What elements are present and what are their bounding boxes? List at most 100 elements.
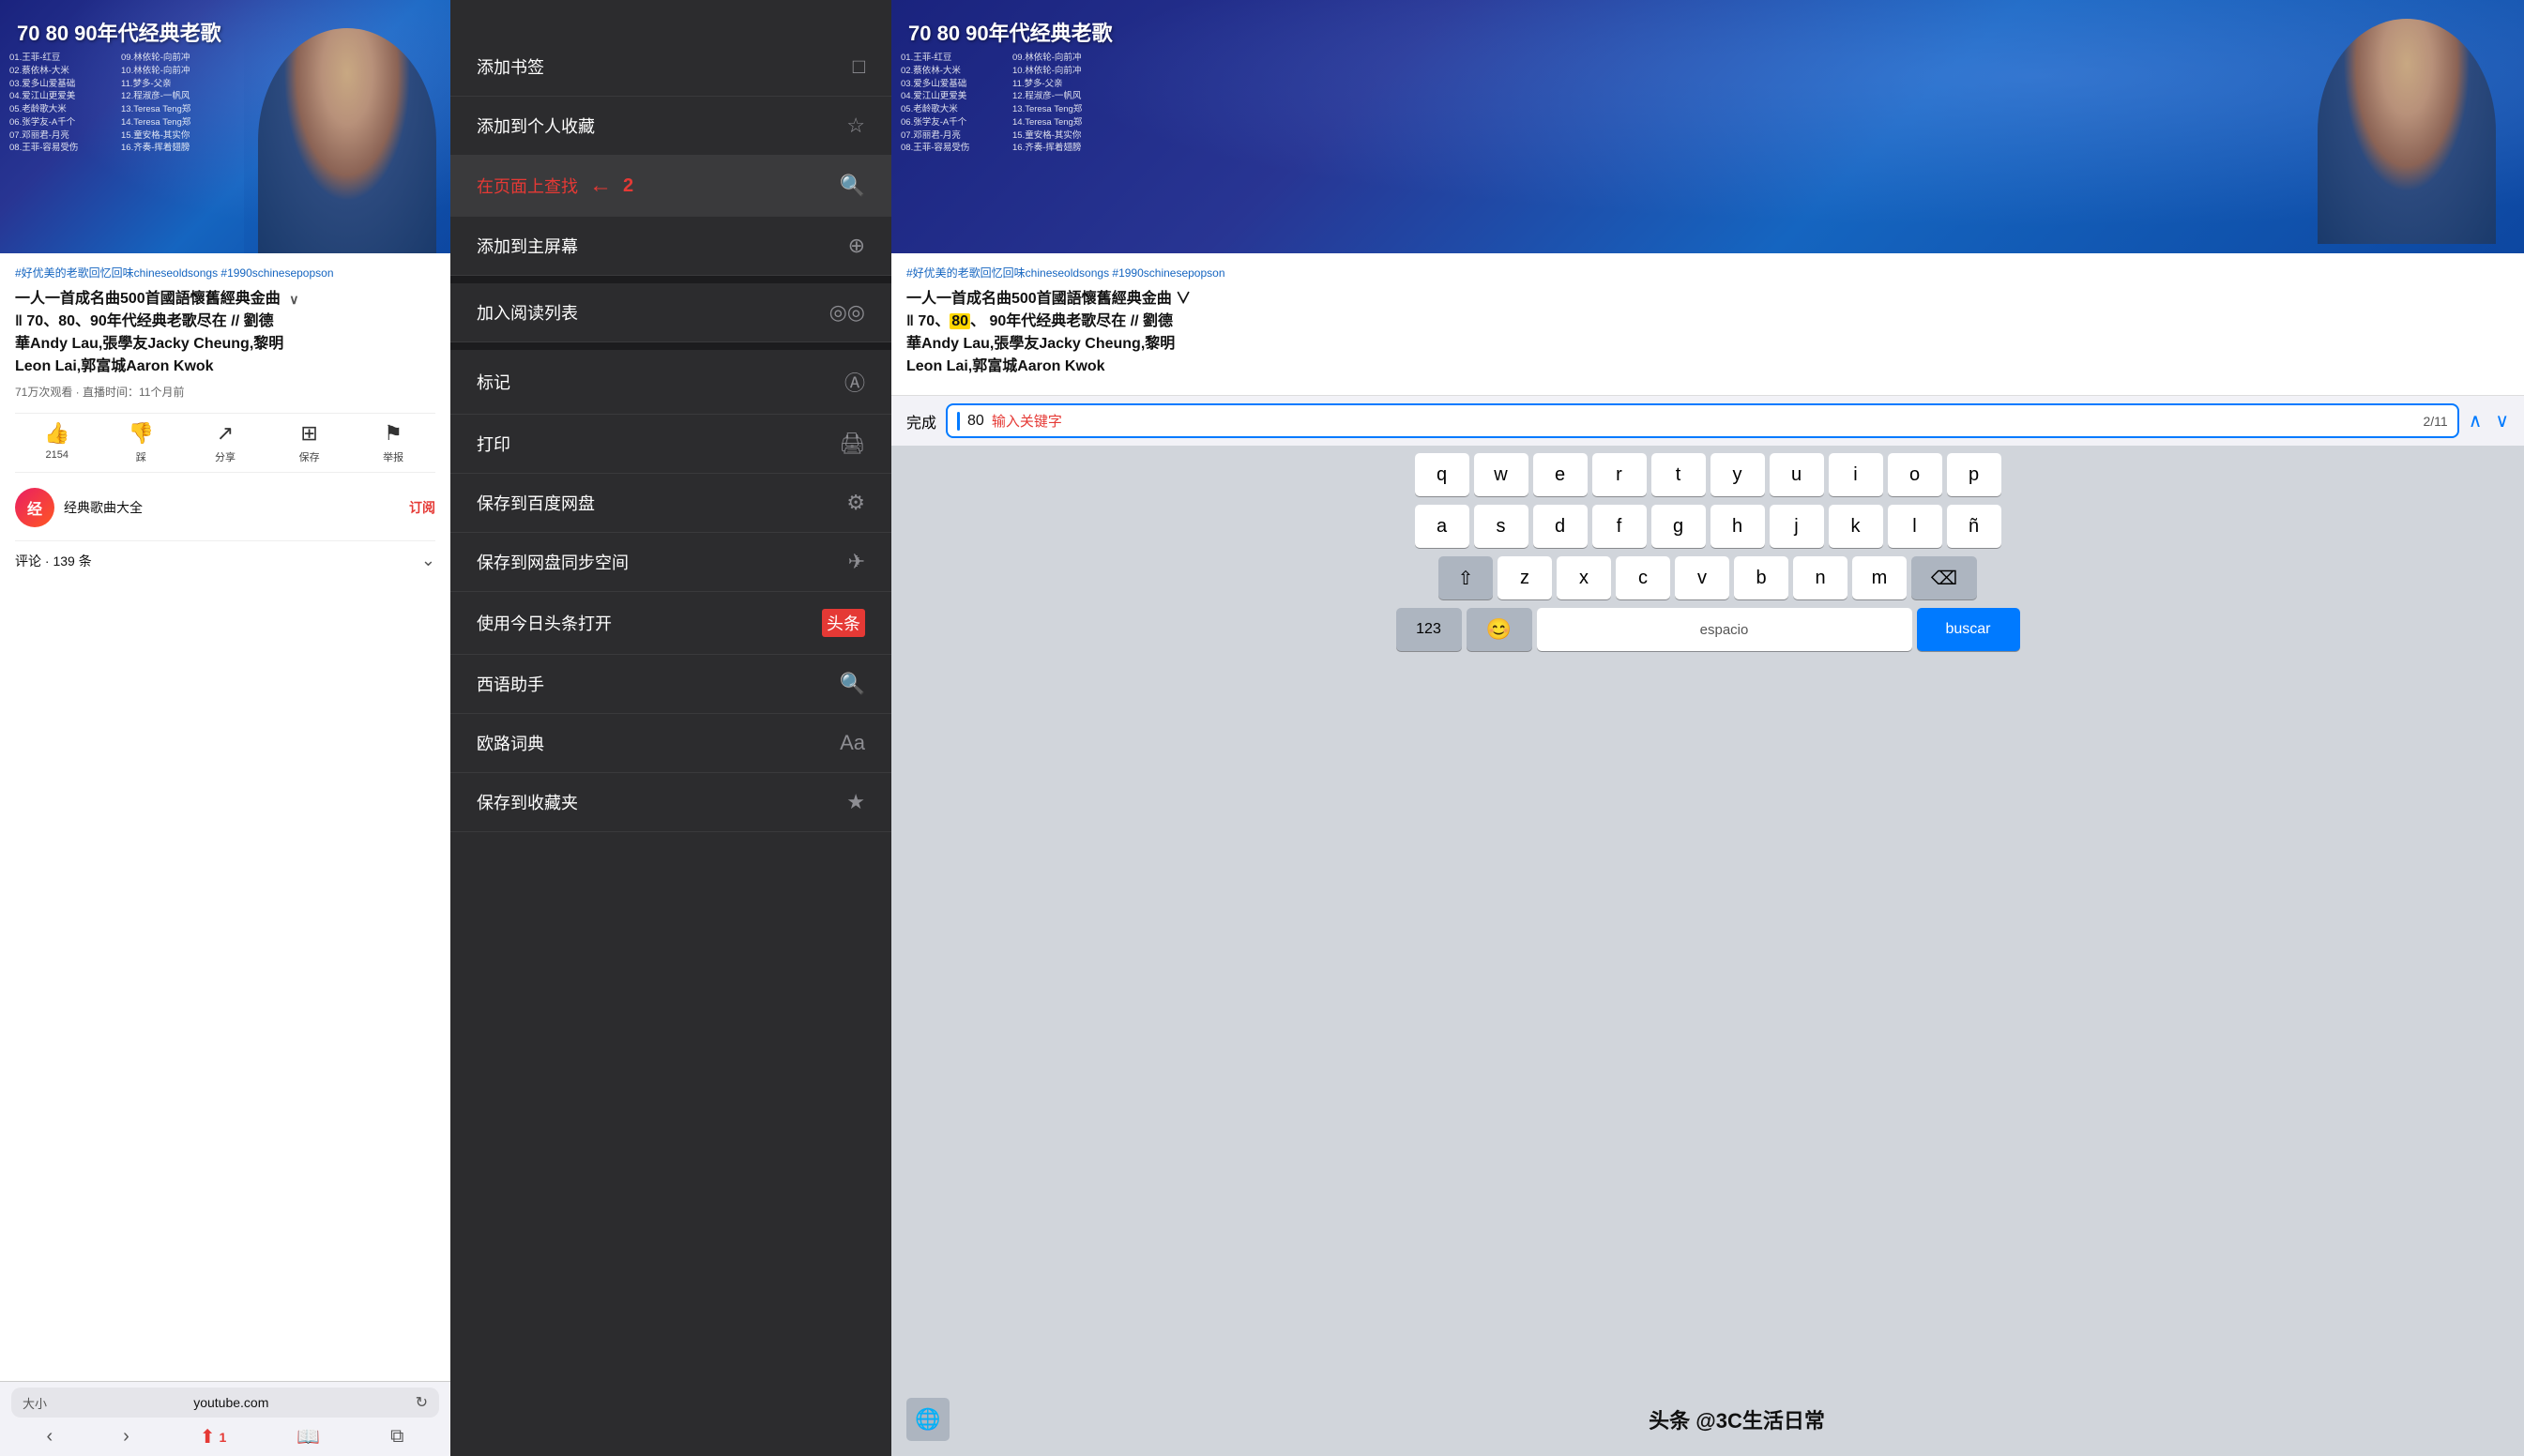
back-button[interactable]: ‹ — [46, 1426, 53, 1448]
forward-button[interactable]: › — [123, 1426, 129, 1448]
bookmarks-button[interactable]: 📖 — [296, 1425, 320, 1448]
key-n-tilde[interactable]: ñ — [1947, 505, 2001, 548]
left-video-thumbnail: 70 80 90年代经典老歌 01.王菲-红豆02.蔡依林-大米03.爱多山爱基… — [0, 0, 450, 253]
channel-avatar[interactable]: 经 — [15, 488, 54, 527]
keyboard-row-2: a s d f g h j k l ñ — [895, 505, 2520, 548]
key-p[interactable]: p — [1947, 453, 2001, 496]
key-d[interactable]: d — [1533, 505, 1588, 548]
key-search[interactable]: buscar — [1917, 608, 2020, 651]
key-s[interactable]: s — [1474, 505, 1528, 548]
action-bar: 👍 2154 👎 踩 ↗ 分享 ⊞ 保存 ⚑ 举报 — [15, 413, 435, 473]
search-input-container[interactable]: 80 输入关键字 2/11 — [946, 403, 2459, 438]
key-z[interactable]: z — [1498, 556, 1552, 599]
comments-label: 评论 · 139 条 — [15, 552, 92, 570]
left-person — [244, 19, 450, 253]
share-button[interactable]: ↗ 分享 — [183, 421, 267, 464]
channel-name[interactable]: 经典歌曲大全 — [64, 498, 400, 517]
context-menu-panel: 添加书签 □ 添加到个人收藏 ☆ 在页面上查找 ← 2 🔍 添加到主屏幕 ⊕ 加… — [450, 0, 891, 1456]
find-search-icon: 🔍 — [840, 174, 865, 198]
favorite-icon: ☆ — [846, 114, 865, 138]
key-f[interactable]: f — [1592, 505, 1647, 548]
menu-item-mark[interactable]: 标记 Ⓐ — [450, 350, 891, 415]
key-k[interactable]: k — [1829, 505, 1883, 548]
menu-item-save[interactable]: 保存到收藏夹 ★ — [450, 773, 891, 832]
save-label: 保存 — [299, 449, 320, 464]
right-person — [2318, 19, 2524, 253]
channel-row: 经 经典歌曲大全 订阅 — [15, 488, 435, 527]
key-q[interactable]: q — [1415, 453, 1469, 496]
like-button[interactable]: 👍 2154 — [15, 421, 99, 464]
save-button[interactable]: ⊞ 保存 — [267, 421, 352, 464]
comments-row[interactable]: 评论 · 139 条 ⌄ — [15, 540, 435, 580]
menu-item-spanish[interactable]: 西语助手 🔍 — [450, 655, 891, 714]
globe-button[interactable]: 🌐 — [906, 1398, 950, 1441]
key-w[interactable]: w — [1474, 453, 1528, 496]
key-g[interactable]: g — [1651, 505, 1706, 548]
tabs-button[interactable]: ⧉ — [390, 1426, 403, 1448]
menu-item-favorite[interactable]: 添加到个人收藏 ☆ — [450, 97, 891, 156]
search-next-button[interactable]: ∨ — [2495, 409, 2509, 432]
key-e[interactable]: e — [1533, 453, 1588, 496]
menu-item-toutiao[interactable]: 使用今日头条打开 头条 — [450, 592, 891, 655]
search-prev-button[interactable]: ∧ — [2469, 409, 2483, 432]
key-u[interactable]: u — [1770, 453, 1824, 496]
key-a[interactable]: a — [1415, 505, 1469, 548]
menu-item-dict[interactable]: 欧路词典 Aa — [450, 714, 891, 773]
key-shift[interactable]: ⇧ — [1438, 556, 1493, 599]
menu-mark-label: 标记 — [477, 370, 510, 394]
key-num[interactable]: 123 — [1396, 608, 1462, 651]
menu-bookmark-label: 添加书签 — [477, 54, 544, 79]
key-r[interactable]: r — [1592, 453, 1647, 496]
keyboard-row-3: ⇧ z x c v b n m ⌫ — [895, 556, 2520, 599]
keyboard-row-1: q w e r t y u i o p — [895, 453, 2520, 496]
key-i[interactable]: i — [1829, 453, 1883, 496]
comments-expand-icon[interactable]: ⌄ — [421, 551, 435, 570]
highlight-80: 80 — [950, 313, 970, 329]
dislike-button[interactable]: 👎 踩 — [99, 421, 184, 464]
menu-spanish-label: 西语助手 — [477, 672, 544, 696]
key-c[interactable]: c — [1616, 556, 1670, 599]
menu-item-homescreen[interactable]: 添加到主屏幕 ⊕ — [450, 217, 891, 276]
save-icon: ⊞ — [300, 421, 317, 446]
key-y[interactable]: y — [1711, 453, 1765, 496]
key-v[interactable]: v — [1675, 556, 1729, 599]
menu-item-print[interactable]: 打印 🖨 — [450, 415, 891, 474]
key-space[interactable]: espacio — [1537, 608, 1912, 651]
subscribe-button[interactable]: 订阅 — [409, 498, 435, 517]
expand-icon[interactable]: ∨ — [289, 290, 298, 310]
key-l[interactable]: l — [1888, 505, 1942, 548]
left-panel: 70 80 90年代经典老歌 01.王菲-红豆02.蔡依林-大米03.爱多山爱基… — [0, 0, 450, 1456]
menu-separator-2 — [450, 342, 891, 350]
menu-baidu-label: 保存到百度网盘 — [477, 491, 595, 515]
key-j[interactable]: j — [1770, 505, 1824, 548]
menu-item-readlist[interactable]: 加入阅读列表 ◎◎ — [450, 283, 891, 342]
key-o[interactable]: o — [1888, 453, 1942, 496]
refresh-icon[interactable]: ↻ — [416, 1393, 428, 1412]
netdisk-icon: ✈ — [848, 550, 865, 574]
key-m[interactable]: m — [1852, 556, 1907, 599]
key-delete[interactable]: ⌫ — [1911, 556, 1977, 599]
key-h[interactable]: h — [1711, 505, 1765, 548]
search-value: 80 — [967, 413, 984, 430]
key-b[interactable]: b — [1734, 556, 1788, 599]
key-x[interactable]: x — [1557, 556, 1611, 599]
keyboard-row-4: 123 😊 espacio buscar — [895, 608, 2520, 651]
url-bar[interactable]: 大小 youtube.com ↻ — [11, 1388, 439, 1418]
done-button[interactable]: 完成 — [906, 410, 936, 432]
menu-item-bookmark[interactable]: 添加书签 □ — [450, 38, 891, 97]
report-button[interactable]: ⚑ 举报 — [351, 421, 435, 464]
left-video-content: #好优美的老歌回忆回味chineseoldsongs #1990schinese… — [0, 253, 450, 1456]
share-arrow-icon: ⬆ — [200, 1425, 216, 1448]
menu-item-netdisk[interactable]: 保存到网盘同步空间 ✈ — [450, 533, 891, 592]
share-nav-button[interactable]: ⬆ 1 — [200, 1425, 227, 1448]
url-text[interactable]: youtube.com — [54, 1395, 408, 1410]
right-bottom-bar: 🌐 头条 @3C生活日常 — [891, 1388, 2524, 1456]
key-t[interactable]: t — [1651, 453, 1706, 496]
key-emoji[interactable]: 😊 — [1467, 608, 1532, 651]
key-n[interactable]: n — [1793, 556, 1847, 599]
menu-item-find[interactable]: 在页面上查找 ← 2 🔍 — [450, 156, 891, 217]
bottom-brand-text: 头条 @3C生活日常 — [965, 1404, 2509, 1434]
bookmark-icon: □ — [853, 54, 865, 79]
menu-item-baidu[interactable]: 保存到百度网盘 ⚙ — [450, 474, 891, 533]
right-video-title: 一人一首成名曲500首國語懷舊經典金曲 ∨‖ 70、80、 90年代经典老歌尽在… — [906, 288, 2509, 378]
